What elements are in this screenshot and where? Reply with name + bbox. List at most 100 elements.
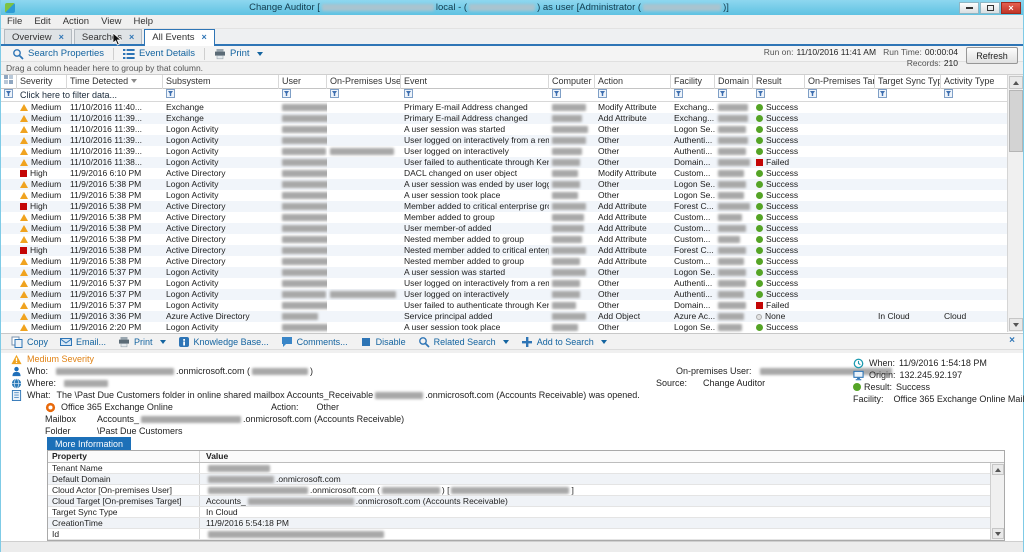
filter-cell-sel[interactable] [1, 89, 17, 101]
search-properties-button[interactable]: Search Properties [5, 47, 111, 61]
column-header-action[interactable]: Action [595, 75, 671, 89]
event-rows: Medium 11/10/2016 11:40... Exchange Prim… [1, 102, 1023, 333]
menu-action[interactable]: Action [63, 16, 89, 27]
filter-cell-opu[interactable] [327, 89, 401, 101]
cell-activity-type [941, 267, 1009, 278]
column-header-severity[interactable]: Severity [17, 75, 67, 89]
filter-cell-tst[interactable] [875, 89, 941, 101]
redacted-user [282, 192, 327, 199]
column-header-domain[interactable]: Domain [715, 75, 753, 89]
scroll-down-button[interactable] [992, 528, 1004, 539]
add-to-search-button[interactable]: Add to Search [516, 335, 612, 349]
table-row[interactable]: High 11/9/2016 5:38 PM Active Directory … [1, 245, 1023, 256]
menu-edit[interactable]: Edit [34, 16, 50, 27]
filter-cell-user[interactable] [279, 89, 327, 101]
knowledge-base-button[interactable]: Knowledge Base... [173, 335, 274, 349]
filter-cell-action[interactable] [595, 89, 671, 101]
property-row: Id [48, 529, 1004, 540]
column-header-user[interactable]: User [279, 75, 327, 89]
cell-severity: Medium [17, 135, 67, 146]
print-detail-button[interactable]: Print [113, 335, 171, 349]
filter-cell-sub[interactable] [163, 89, 279, 101]
filter-cell-comp[interactable] [549, 89, 595, 101]
table-row[interactable]: Medium 11/9/2016 5:37 PM Logon Activity … [1, 278, 1023, 289]
close-button[interactable]: × [1001, 2, 1021, 14]
disable-button[interactable]: Disable [355, 335, 411, 349]
event-details-button[interactable]: Event Details [116, 47, 202, 61]
severity-icon [20, 192, 28, 199]
filter-cell-event[interactable] [401, 89, 549, 101]
filter-cell-res[interactable] [753, 89, 805, 101]
result-icon [756, 291, 763, 298]
table-row[interactable]: Medium 11/10/2016 11:39... Logon Activit… [1, 124, 1023, 135]
filter-cell-sev[interactable]: Click here to filter data... [17, 90, 67, 101]
scrollbar-thumb[interactable] [1009, 90, 1023, 152]
column-header-target-sync-type[interactable]: Target Sync Type [875, 75, 941, 89]
column-header-facility[interactable]: Facility [671, 75, 715, 89]
select-all-header[interactable] [1, 75, 17, 89]
table-row[interactable]: Medium 11/9/2016 5:38 PM Active Director… [1, 223, 1023, 234]
copy-button[interactable]: Copy [6, 335, 53, 349]
redacted-user [282, 148, 326, 155]
column-header-time-detected[interactable]: Time Detected [67, 75, 163, 89]
table-row[interactable]: Medium 11/9/2016 5:38 PM Active Director… [1, 234, 1023, 245]
menu-help[interactable]: Help [134, 16, 154, 27]
column-header-on-premises-target[interactable]: On-Premises Target [805, 75, 875, 89]
maximize-button[interactable] [980, 2, 1000, 14]
scroll-up-button[interactable] [992, 464, 1004, 475]
table-row[interactable]: Medium 11/10/2016 11:39... Logon Activit… [1, 135, 1023, 146]
detail-close-icon[interactable]: × [1009, 335, 1015, 346]
table-row[interactable]: Medium 11/9/2016 5:37 PM Logon Activity … [1, 289, 1023, 300]
scroll-down-button[interactable] [1009, 318, 1023, 331]
column-header-event[interactable]: Event [401, 75, 549, 89]
column-header-computer[interactable]: Computer [549, 75, 595, 89]
column-header-result[interactable]: Result [753, 75, 805, 89]
column-header-on-premises-user[interactable]: On-Premises User [327, 75, 401, 89]
cell-event: User logged on interactively [401, 289, 549, 300]
filter-cell-opt[interactable] [805, 89, 875, 101]
menu-file[interactable]: File [7, 16, 22, 27]
tab-overview[interactable]: Overview × [4, 29, 72, 44]
table-row[interactable]: High 11/9/2016 6:10 PM Active Directory … [1, 168, 1023, 179]
table-row[interactable]: Medium 11/10/2016 11:39... Logon Activit… [1, 146, 1023, 157]
grid-scrollbar[interactable] [1007, 75, 1023, 332]
table-row[interactable]: Medium 11/9/2016 2:20 PM Logon Activity … [1, 322, 1023, 333]
scroll-up-button[interactable] [1009, 76, 1023, 89]
table-row[interactable]: High 11/9/2016 5:38 PM Active Directory … [1, 201, 1023, 212]
email-button[interactable]: Email... [55, 335, 111, 349]
table-row[interactable]: Medium 11/9/2016 5:38 PM Active Director… [1, 256, 1023, 267]
table-row[interactable]: Medium 11/10/2016 11:40... Exchange Prim… [1, 102, 1023, 113]
tab-close-icon[interactable]: × [129, 32, 134, 42]
table-row[interactable]: Medium 11/9/2016 5:37 PM Logon Activity … [1, 267, 1023, 278]
tab-all-events[interactable]: All Events × [144, 29, 215, 44]
table-row[interactable]: Medium 11/9/2016 5:38 PM Active Director… [1, 212, 1023, 223]
related-search-button[interactable]: Related Search [413, 335, 514, 349]
tab-searches[interactable]: Searches × [74, 29, 142, 44]
tab-close-icon[interactable]: × [202, 32, 207, 42]
table-row[interactable]: Medium 11/9/2016 5:37 PM Logon Activity … [1, 300, 1023, 311]
table-row[interactable]: Medium 11/9/2016 5:38 PM Logon Activity … [1, 190, 1023, 201]
filter-cell-at[interactable] [941, 89, 1009, 101]
cell-action: Add Object [595, 311, 671, 322]
tab-close-icon[interactable]: × [59, 32, 64, 42]
minimize-button[interactable] [959, 2, 979, 14]
table-row[interactable]: Medium 11/9/2016 3:36 PM Azure Active Di… [1, 311, 1023, 322]
menu-view[interactable]: View [101, 16, 121, 27]
run-stats: Run on:11/10/2016 11:41 AM Run Time:00:0… [764, 47, 958, 69]
refresh-button[interactable]: Refresh [966, 47, 1018, 64]
cell-event: Member added to group [401, 212, 549, 223]
column-header-subsystem[interactable]: Subsystem [163, 75, 279, 89]
column-header-activity-type[interactable]: Activity Type [941, 75, 1009, 89]
table-row[interactable]: Medium 11/10/2016 11:38... Logon Activit… [1, 157, 1023, 168]
comments-button[interactable]: Comments... [276, 335, 353, 349]
filter-cell-dom[interactable] [715, 89, 753, 101]
properties-scrollbar[interactable] [990, 463, 1004, 540]
more-information-tab[interactable]: More Information [47, 437, 131, 450]
filter-row[interactable]: Click here to filter data... [1, 89, 1023, 102]
property-value: Accounts_.onmicrosoft.com (Accounts Rece… [200, 496, 1004, 506]
filter-cell-fac[interactable] [671, 89, 715, 101]
table-row[interactable]: Medium 11/10/2016 11:39... Exchange Prim… [1, 113, 1023, 124]
table-row[interactable]: Medium 11/9/2016 5:38 PM Logon Activity … [1, 179, 1023, 190]
cell-on-premises-target [805, 190, 875, 201]
print-button[interactable]: Print [207, 47, 270, 61]
